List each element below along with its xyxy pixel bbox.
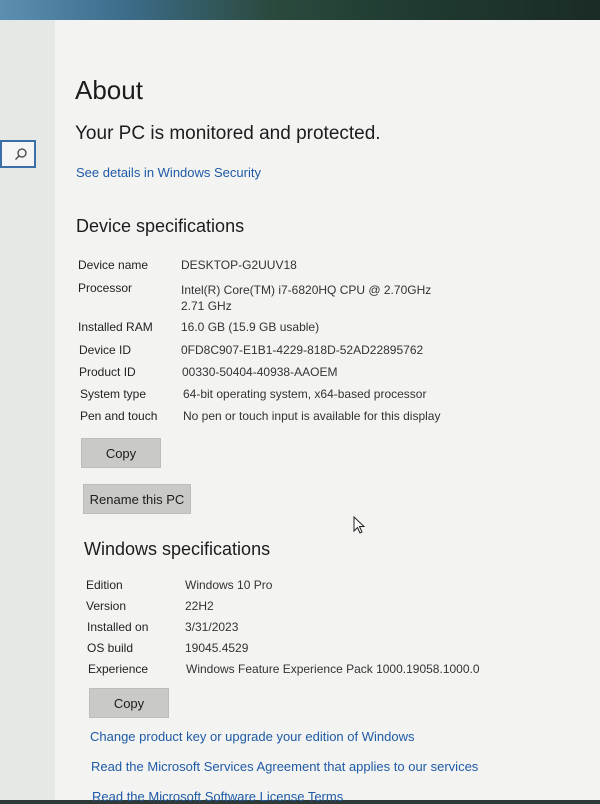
windows-specs-heading: Windows specifications: [84, 539, 271, 559]
spec-value-experience: Windows Feature Experience Pack 1000.190…: [186, 662, 480, 676]
spec-value-system-type: 64-bit operating system, x64-based proce…: [183, 387, 427, 401]
spec-value-product-id: 00330-50404-40938-AAOEM: [182, 365, 338, 379]
spec-label-installed-on: Installed on: [87, 620, 149, 634]
search-icon: [15, 148, 27, 160]
settings-nav-pane: [0, 20, 55, 800]
spec-value-pen-and-touch: No pen or touch input is available for t…: [183, 409, 441, 423]
protection-status-message: Your PC is monitored and protected.: [75, 123, 381, 144]
spec-label-pen-and-touch: Pen and touch: [80, 409, 158, 423]
spec-value-installed-on: 3/31/2023: [185, 620, 239, 634]
settings-search-box[interactable]: [0, 140, 36, 168]
spec-label-system-type: System type: [80, 387, 147, 401]
spec-label-experience: Experience: [88, 662, 149, 676]
spec-value-installed-ram: 16.0 GB (15.9 GB usable): [181, 320, 320, 334]
spec-label-device-id: Device ID: [79, 343, 132, 357]
spec-value-os-build: 19045.4529: [185, 641, 249, 655]
license-terms-link[interactable]: Read the Microsoft Software License Term…: [92, 789, 343, 804]
page-title: About: [75, 75, 143, 105]
spec-value-version: 22H2: [185, 599, 214, 613]
about-page: About Your PC is monitored and protected…: [55, 20, 600, 804]
spec-label-installed-ram: Installed RAM: [78, 320, 153, 334]
spec-label-device-name: Device name: [78, 258, 149, 272]
rename-pc-button[interactable]: Rename this PC: [83, 484, 191, 514]
change-product-key-link[interactable]: Change product key or upgrade your editi…: [90, 729, 414, 744]
device-specs-heading: Device specifications: [76, 216, 245, 236]
spec-label-product-id: Product ID: [79, 365, 136, 379]
spec-label-processor: Processor: [78, 281, 133, 295]
spec-label-edition: Edition: [86, 578, 123, 592]
mouse-cursor-icon: [353, 516, 366, 534]
spec-label-os-build: OS build: [87, 641, 134, 655]
copy-device-specs-button[interactable]: Copy: [81, 438, 161, 468]
spec-value-processor: Intel(R) Core(TM) i7-6820HQ CPU @ 2.70GH…: [181, 283, 432, 313]
spec-value-edition: Windows 10 Pro: [185, 578, 273, 592]
spec-value-device-name: DESKTOP-G2UUV18: [181, 258, 297, 272]
copy-windows-specs-button[interactable]: Copy: [89, 688, 169, 718]
services-agreement-link[interactable]: Read the Microsoft Services Agreement th…: [91, 759, 478, 774]
spec-value-device-id: 0FD8C907-E1B1-4229-818D-52AD22895762: [181, 343, 424, 357]
spec-label-version: Version: [86, 599, 127, 613]
windows-security-link[interactable]: See details in Windows Security: [76, 165, 261, 180]
